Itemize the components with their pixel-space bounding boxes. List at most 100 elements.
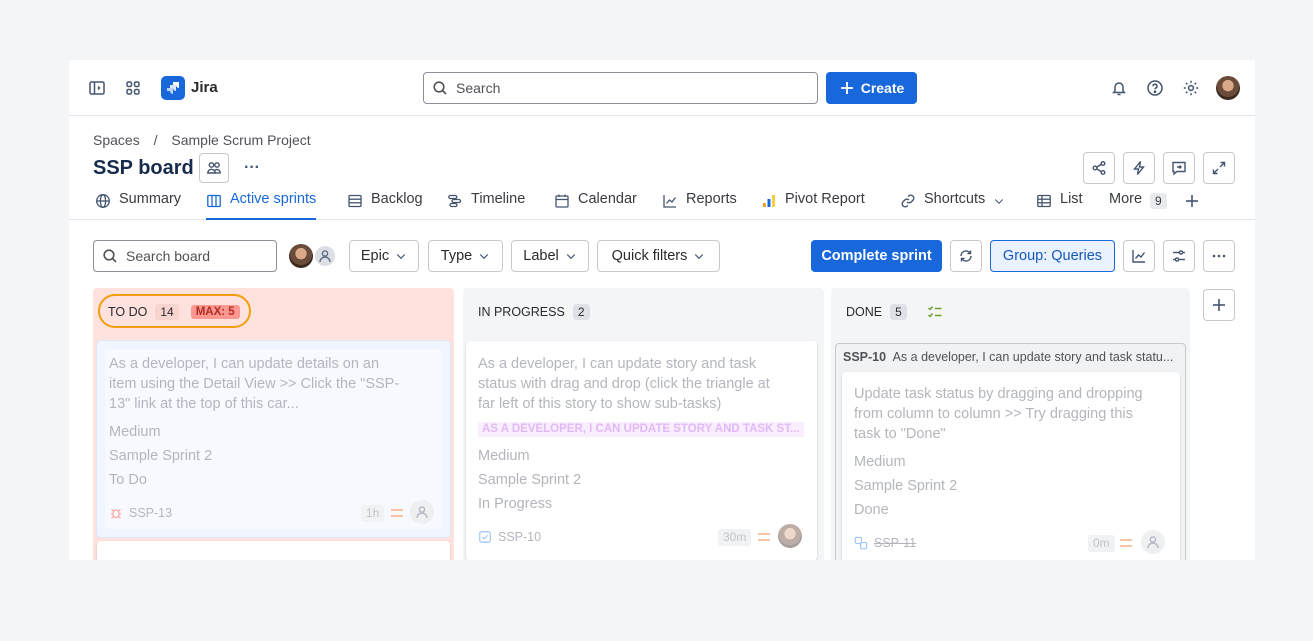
filter-label: Quick filters	[611, 248, 688, 264]
column-header: IN PROGRESS 2	[463, 288, 824, 336]
group-header[interactable]: SSP-10 As a developer, I can update stor…	[843, 350, 1181, 364]
card-assignee-avatar[interactable]	[410, 500, 434, 524]
person-icon	[319, 250, 331, 263]
card-key[interactable]: SSP-13	[129, 503, 172, 523]
more-actions-button[interactable]: ···	[244, 159, 260, 177]
column-title: TO DO	[108, 305, 148, 319]
tab-more[interactable]: More 9	[1109, 191, 1167, 220]
card-next[interactable]	[97, 541, 450, 560]
chevron-down-icon	[995, 199, 1004, 204]
add-column-button[interactable]	[1203, 289, 1235, 321]
chevron-down-icon	[695, 254, 704, 260]
link-icon	[901, 194, 915, 208]
card-ssp-13[interactable]: As a developer, I can update details on …	[97, 341, 450, 537]
card-ssp-11[interactable]: Update task status by dragging and dropp…	[842, 372, 1180, 560]
automation-button[interactable]	[1123, 152, 1155, 184]
quick-filters-dropdown[interactable]: Quick filters	[597, 240, 720, 272]
swimlane-group-ssp-10: SSP-10 As a developer, I can update stor…	[835, 343, 1186, 560]
global-search-input[interactable]: Search	[423, 72, 818, 104]
people-icon	[207, 162, 221, 174]
filter-label: Epic	[360, 248, 390, 264]
tab-list[interactable]: List	[1036, 191, 1083, 220]
notifications-bell-icon[interactable]	[1105, 74, 1133, 102]
jira-logo-icon[interactable]	[161, 76, 185, 100]
breadcrumb: Spaces / Sample Scrum Project	[93, 132, 321, 148]
complete-sprint-button[interactable]: Complete sprint	[811, 240, 942, 272]
card-summary: As a developer, I can update details on …	[109, 356, 400, 412]
subtask-icon	[854, 536, 868, 550]
insights-button[interactable]	[1123, 240, 1155, 272]
column-in-progress: IN PROGRESS 2 As a developer, I can upda…	[463, 288, 824, 560]
card-estimate: 0m	[1088, 535, 1115, 552]
filter-label: Label	[523, 248, 559, 264]
team-button[interactable]	[199, 153, 229, 183]
help-icon[interactable]	[1141, 74, 1169, 102]
card-assignee-avatar[interactable]	[1141, 530, 1165, 554]
sidebar-toggle-icon[interactable]	[83, 74, 111, 102]
refresh-icon	[960, 250, 972, 262]
tab-backlog[interactable]: Backlog	[347, 191, 423, 220]
search-icon	[433, 81, 447, 95]
feedback-button[interactable]	[1163, 152, 1195, 184]
tab-active-sprints[interactable]: Active sprints	[206, 191, 317, 220]
epic-filter-dropdown[interactable]: Epic	[349, 240, 419, 272]
card-assignee-avatar[interactable]	[778, 524, 802, 548]
more-count-badge: 9	[1150, 193, 1167, 209]
card-sprint: Sample Sprint 2	[478, 472, 582, 488]
card-priority: Medium	[109, 424, 161, 440]
column-count: 14	[155, 304, 179, 320]
fullscreen-button[interactable]	[1203, 152, 1235, 184]
app-name[interactable]: Jira	[191, 79, 218, 96]
card-ssp-10[interactable]: As a developer, I can update story and t…	[466, 341, 817, 560]
create-button[interactable]: Create	[826, 72, 917, 104]
user-avatar[interactable]	[1216, 76, 1240, 100]
tab-calendar[interactable]: Calendar	[554, 191, 637, 220]
chevron-down-icon	[566, 254, 575, 260]
type-filter-dropdown[interactable]: Type	[428, 240, 503, 272]
tab-timeline[interactable]: Timeline	[447, 191, 525, 220]
tab-reports[interactable]: Reports	[662, 191, 737, 220]
parent-epic-lozenge[interactable]: AS A DEVELOPER, I CAN UPDATE STORY AND T…	[478, 422, 804, 437]
tab-label: Timeline	[471, 191, 526, 207]
lightning-icon	[1133, 161, 1145, 175]
chevron-down-icon	[480, 254, 489, 260]
max-limit-badge: MAX: 5	[190, 305, 240, 319]
group-by-queries-button[interactable]: Group: Queries	[990, 240, 1115, 272]
breadcrumb-separator: /	[153, 132, 158, 148]
card-status: To Do	[109, 472, 147, 488]
share-button[interactable]	[1083, 152, 1115, 184]
breadcrumb-spaces[interactable]: Spaces	[93, 132, 140, 148]
unassigned-avatar-filter[interactable]	[313, 244, 337, 268]
tab-summary[interactable]: Summary	[95, 191, 181, 220]
card-key[interactable]: SSP-11	[874, 533, 916, 553]
breadcrumb-project[interactable]: Sample Scrum Project	[171, 132, 310, 148]
label-filter-dropdown[interactable]: Label	[511, 240, 589, 272]
app-switcher-icon[interactable]	[119, 74, 147, 102]
top-navigation-bar: Jira Search Create	[69, 60, 1255, 116]
group-summary: As a developer, I can update story and t…	[892, 350, 1174, 364]
view-settings-button[interactable]	[1163, 240, 1195, 272]
card-summary: As a developer, I can update story and t…	[478, 356, 770, 412]
more-options-button[interactable]	[1203, 240, 1235, 272]
card-key[interactable]: SSP-10	[498, 527, 541, 547]
tab-label: Calendar	[578, 191, 637, 207]
add-tab-button[interactable]	[1184, 191, 1200, 220]
column-title: IN PROGRESS	[478, 305, 565, 319]
globe-icon	[96, 194, 110, 208]
card-sprint: Sample Sprint 2	[854, 478, 958, 494]
medium-priority-icon	[758, 533, 770, 541]
tab-label: Active sprints	[230, 191, 317, 207]
tab-label: Backlog	[371, 191, 423, 207]
expand-icon	[1212, 161, 1226, 175]
refresh-button[interactable]	[950, 240, 982, 272]
tab-pivot-report[interactable]: Pivot Report	[761, 191, 865, 220]
settings-gear-icon[interactable]	[1177, 74, 1205, 102]
card-key-row: SSP-11	[854, 533, 916, 553]
column-header: TO DO 14 MAX: 5	[93, 288, 454, 336]
calendar-icon	[555, 194, 569, 208]
plus-icon	[1186, 195, 1198, 207]
assignee-avatar-filter[interactable]	[289, 244, 313, 268]
card-priority: Medium	[854, 454, 906, 470]
search-board-input[interactable]: Search board	[93, 240, 277, 272]
tab-shortcuts[interactable]: Shortcuts	[900, 191, 1005, 220]
